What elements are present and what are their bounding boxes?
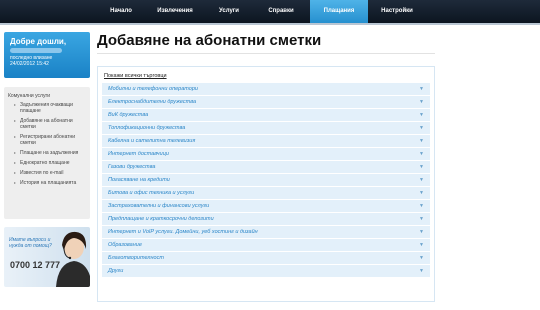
category-row-cable-tv[interactable]: Кабелна и сателитна телевизия ▼	[102, 135, 430, 148]
nav-home[interactable]: Начало	[98, 0, 144, 23]
chevron-down-icon: ▼	[419, 177, 424, 183]
sidebar-item-pay-obligations[interactable]: Плащане на задължения	[14, 150, 86, 156]
welcome-box: Добре дошли, последно влизане 24/02/2012…	[4, 32, 90, 78]
category-row-appliances[interactable]: Битова и офис техника и услуги ▼	[102, 187, 430, 200]
chevron-down-icon: ▼	[419, 99, 424, 105]
chevron-down-icon: ▼	[419, 229, 424, 235]
category-label: Застрахователни и финансови услуги	[108, 203, 210, 209]
category-row-charity[interactable]: Благотворителност ▼	[102, 252, 430, 265]
nav-reports[interactable]: Справки	[252, 0, 310, 23]
title-divider	[97, 53, 435, 54]
category-row-loans[interactable]: Погасяване на кредити ▼	[102, 174, 430, 187]
category-label: Газови дружества	[108, 164, 156, 170]
category-row-heating[interactable]: Топлофикационни дружества ▼	[102, 122, 430, 135]
support-banner[interactable]: Имате въпроси и нужда от помощ? 0700 12 …	[4, 227, 90, 287]
category-label: Предплащане и краткосрочни депозити	[108, 216, 214, 222]
chevron-down-icon: ▼	[419, 203, 424, 209]
support-agent-icon	[56, 231, 90, 287]
sidebar-menu: Комунални услуги Задължения очакващи пла…	[4, 87, 90, 219]
sidebar-item-add-accounts[interactable]: Добавяне на абонатни сметки	[14, 118, 86, 130]
sidebar-item-email-notifications[interactable]: Известия по e-mail	[14, 170, 86, 176]
category-row-insurance[interactable]: Застрахователни и финансови услуги ▼	[102, 200, 430, 213]
chevron-down-icon: ▼	[419, 151, 424, 157]
category-row-water[interactable]: ВиК дружества ▼	[102, 109, 430, 122]
category-row-prepaid[interactable]: Предплащане и краткосрочни депозити ▼	[102, 213, 430, 226]
chevron-down-icon: ▼	[419, 112, 424, 118]
category-label: Електроснабдителни дружества	[108, 99, 197, 105]
category-label: Топлофикационни дружества	[108, 125, 186, 131]
category-row-education[interactable]: Образование ▼	[102, 239, 430, 252]
category-label: Битова и офис техника и услуги	[108, 190, 195, 196]
category-label: Интернет и VoIP услуги. Домейни, уеб хос…	[108, 229, 258, 235]
sidebar-item-registered-accounts[interactable]: Регистрирани абонатни сметки	[14, 134, 86, 146]
category-row-other[interactable]: Други ▼	[102, 265, 430, 278]
category-row-voip-hosting[interactable]: Интернет и VoIP услуги. Домейни, уеб хос…	[102, 226, 430, 239]
chevron-down-icon: ▼	[419, 138, 424, 144]
chevron-down-icon: ▼	[419, 216, 424, 222]
category-row-gas[interactable]: Газови дружества ▼	[102, 161, 430, 174]
chevron-down-icon: ▼	[419, 255, 424, 261]
chevron-down-icon: ▼	[419, 268, 424, 274]
category-label: Образование	[108, 242, 142, 248]
chevron-down-icon: ▼	[419, 164, 424, 170]
main-nav: Начало Извлечения Услуги Справки Плащани…	[98, 0, 426, 23]
sidebar-item-one-time-payment[interactable]: Еднократно плащане	[14, 160, 86, 166]
category-row-electricity[interactable]: Електроснабдителни дружества ▼	[102, 96, 430, 109]
category-row-mobile[interactable]: Мобилни и телефонни оператори ▼	[102, 83, 430, 96]
chevron-down-icon: ▼	[419, 125, 424, 131]
username-blurred	[10, 48, 62, 53]
category-label: Кабелна и сателитна телевизия	[108, 138, 196, 144]
merchant-categories-panel: Покажи всички търговци Мобилни и телефон…	[97, 66, 435, 302]
nav-services[interactable]: Услуги	[206, 0, 252, 23]
chevron-down-icon: ▼	[419, 242, 424, 248]
category-label: Мобилни и телефонни оператори	[108, 86, 198, 92]
show-all-merchants-link[interactable]: Покажи всички търговци	[104, 73, 430, 79]
category-label: Погасяване на кредити	[108, 177, 170, 183]
welcome-greeting: Добре дошли,	[10, 37, 67, 46]
sidebar-item-payment-history[interactable]: История на плащанията	[14, 180, 86, 186]
page-title: Добавяне на абонатни сметки	[97, 32, 322, 49]
category-label: Интернет доставчици	[108, 151, 169, 157]
category-row-internet[interactable]: Интернет доставчици ▼	[102, 148, 430, 161]
nav-payments[interactable]: Плащания	[310, 0, 368, 23]
sidebar-heading[interactable]: Комунални услуги	[8, 93, 86, 99]
sidebar-item-pending-payments[interactable]: Задължения очакващи плащане	[14, 102, 86, 114]
category-label: Други	[108, 268, 124, 274]
category-label: Благотворителност	[108, 255, 164, 261]
nav-settings[interactable]: Настройки	[368, 0, 426, 23]
category-label: ВиК дружества	[108, 112, 149, 118]
last-login-time: 24/02/2012 15:42	[10, 61, 49, 67]
chevron-down-icon: ▼	[419, 86, 424, 92]
nav-statements[interactable]: Извлечения	[144, 0, 206, 23]
chevron-down-icon: ▼	[419, 190, 424, 196]
top-navigation-bar: Начало Извлечения Услуги Справки Плащани…	[0, 0, 540, 25]
